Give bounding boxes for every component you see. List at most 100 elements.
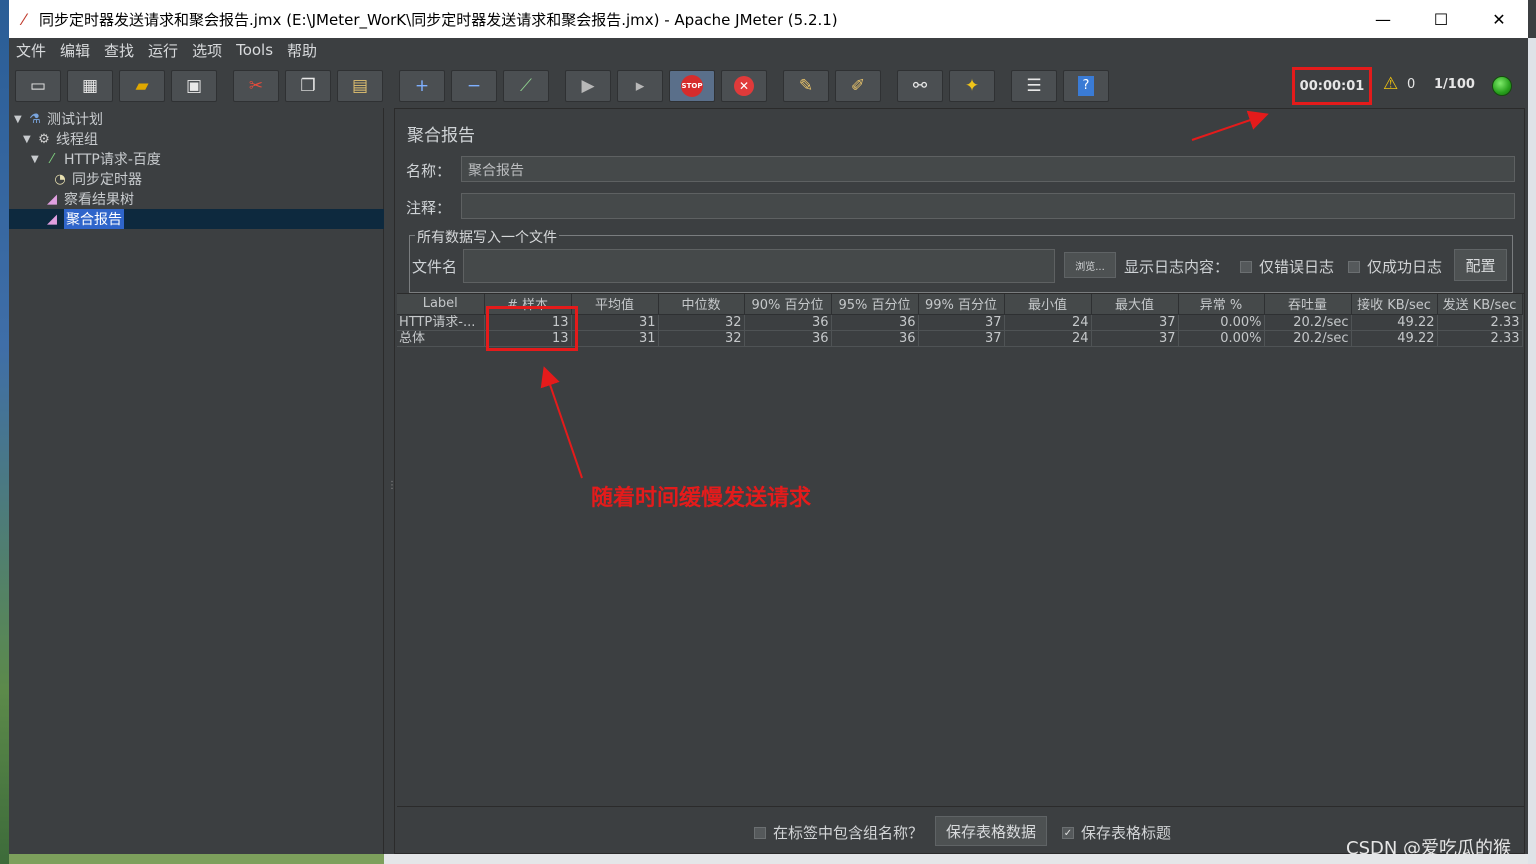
column-header[interactable]: 中位数 [658,294,745,315]
paste-icon[interactable]: ▤ [337,70,383,102]
table-cell: 31 [571,330,659,347]
table-cell: 32 [658,330,745,347]
checkbox-box[interactable] [1348,260,1360,273]
results-table-container: Label # 样本 平均值 中位数 90% 百分位 95% 百分位 99% 百… [397,293,1524,807]
save-table-header-checkbox[interactable]: ✓ 保存表格标题 [1062,822,1171,843]
tree-item-label: 测试计划 [47,112,103,128]
new-icon[interactable]: ▭ [15,70,61,102]
reset-search-icon[interactable]: ✦ [949,70,995,102]
tree-item-label: 线程组 [56,132,98,148]
success-only-checkbox[interactable]: 仅成功日志 [1348,256,1442,277]
checkmark-icon[interactable]: ✓ [1062,826,1074,839]
save-icon[interactable]: ▣ [171,70,217,102]
function-helper-icon[interactable]: ☰ [1011,70,1057,102]
minimize-button[interactable]: — [1354,0,1412,38]
help-icon[interactable]: ? [1063,70,1109,102]
table-cell: 37 [1091,330,1179,347]
clear-all-icon[interactable]: ✐ [835,70,881,102]
toolbar: ▭ ▦ ▰ ▣ ✂ ❐ ▤ + − ⟋ ▶ ▸ STOP ✕ ✎ ✐ ⚯ ✦ ☰… [9,62,1528,108]
table-cell: 32 [658,314,745,331]
menu-tools[interactable]: Tools [229,41,280,59]
close-button[interactable]: ✕ [1470,0,1528,38]
tree-item-label: HTTP请求-百度 [64,152,161,168]
menu-help[interactable]: 帮助 [280,40,324,61]
tree-item-label: 察看结果树 [64,192,134,208]
checkbox-box[interactable] [754,826,766,839]
menu-run[interactable]: 运行 [141,40,185,61]
tree-item-label: 同步定时器 [72,172,142,188]
expand-icon[interactable]: + [399,70,445,102]
save-table-header-label: 保存表格标题 [1081,824,1172,842]
tree-item-thread-group[interactable]: ▼ ⚙ 线程组 [23,129,98,149]
table-cell: 0.00% [1178,330,1265,347]
column-header[interactable]: 异常 % [1178,294,1265,315]
stopwatch-icon: ◔ [54,171,66,187]
column-header[interactable]: 接收 KB/sec [1351,294,1438,315]
gear-icon: ⚙ [38,131,50,147]
column-header[interactable]: 90% 百分位 [744,294,832,315]
tree-item-test-plan[interactable]: ▼ ⚗ 测试计划 [14,109,103,129]
templates-icon[interactable]: ▦ [67,70,113,102]
maximize-button[interactable]: ☐ [1412,0,1470,38]
active-threads: 1/100 [1434,77,1475,92]
tree-item-http-request[interactable]: ▼ ⁄ HTTP请求-百度 [31,149,161,169]
copy-icon[interactable]: ❐ [285,70,331,102]
tree-item-view-results-tree[interactable]: ◢ 察看结果树 [43,189,134,209]
menu-file[interactable]: 文件 [9,40,53,61]
table-cell: 36 [744,314,832,331]
column-header[interactable]: 95% 百分位 [831,294,919,315]
include-group-name-checkbox[interactable]: 在标签中包含组名称？ [754,822,923,843]
table-cell: 24 [1004,314,1092,331]
table-cell: 49.22 [1351,330,1438,347]
column-header[interactable]: 最小值 [1004,294,1092,315]
column-header[interactable]: 99% 百分位 [918,294,1005,315]
table-cell: 2.33 [1437,314,1523,331]
column-header[interactable]: 最大值 [1091,294,1179,315]
table-cell: 0.00% [1178,314,1265,331]
warning-count: 0 [1407,77,1416,92]
clear-icon[interactable]: ✎ [783,70,829,102]
open-icon[interactable]: ▰ [119,70,165,102]
filename-label: 文件名 [412,258,458,276]
cut-icon[interactable]: ✂ [233,70,279,102]
tree-item-sync-timer[interactable]: ◔ 同步定时器 [51,169,142,189]
stop-icon[interactable]: STOP [669,70,715,102]
table-cell: 36 [831,330,919,347]
menu-options[interactable]: 选项 [185,40,229,61]
name-label: 名称： [406,162,452,180]
start-no-pause-icon[interactable]: ▸ [617,70,663,102]
desktop-taskbar-edge [9,854,384,864]
table-cell: 2.33 [1437,330,1523,347]
search-icon[interactable]: ⚯ [897,70,943,102]
browse-button[interactable]: 浏览... [1064,252,1116,278]
menu-search[interactable]: 查找 [97,40,141,61]
table-cell: 20.2/sec [1264,330,1352,347]
collapse-arrow-icon[interactable]: ▼ [23,134,35,145]
samples-highlight-box [486,306,578,351]
shutdown-icon[interactable]: ✕ [721,70,767,102]
configure-button[interactable]: 配置 [1454,249,1507,281]
column-header[interactable]: Label [397,294,485,315]
checkbox-box[interactable] [1240,260,1252,273]
column-header[interactable]: 吞吐量 [1264,294,1352,315]
comment-field[interactable] [461,193,1515,219]
running-status-icon [1492,76,1512,96]
start-icon[interactable]: ▶ [565,70,611,102]
tree-item-aggregate-report[interactable]: ◢ 聚合报告 [43,209,124,229]
column-header[interactable]: 发送 KB/sec [1437,294,1523,315]
column-header[interactable]: 平均值 [571,294,659,315]
warning-icon[interactable]: ⚠ [1383,74,1398,94]
errors-only-checkbox[interactable]: 仅错误日志 [1240,256,1334,277]
save-table-data-button[interactable]: 保存表格数据 [935,816,1047,846]
graph-icon: ◢ [47,191,57,207]
pane-splitter[interactable]: ⋮ [384,108,397,854]
jmeter-feather-icon: ⁄ [22,9,26,29]
name-field[interactable]: 聚合报告 [461,156,1515,182]
pipette-icon: ⁄ [50,151,54,167]
collapse-arrow-icon[interactable]: ▼ [14,114,26,125]
menu-edit[interactable]: 编辑 [53,40,97,61]
toggle-icon[interactable]: ⟋ [503,70,549,102]
filename-input[interactable] [463,249,1055,283]
collapse-arrow-icon[interactable]: ▼ [31,154,43,165]
collapse-icon[interactable]: − [451,70,497,102]
